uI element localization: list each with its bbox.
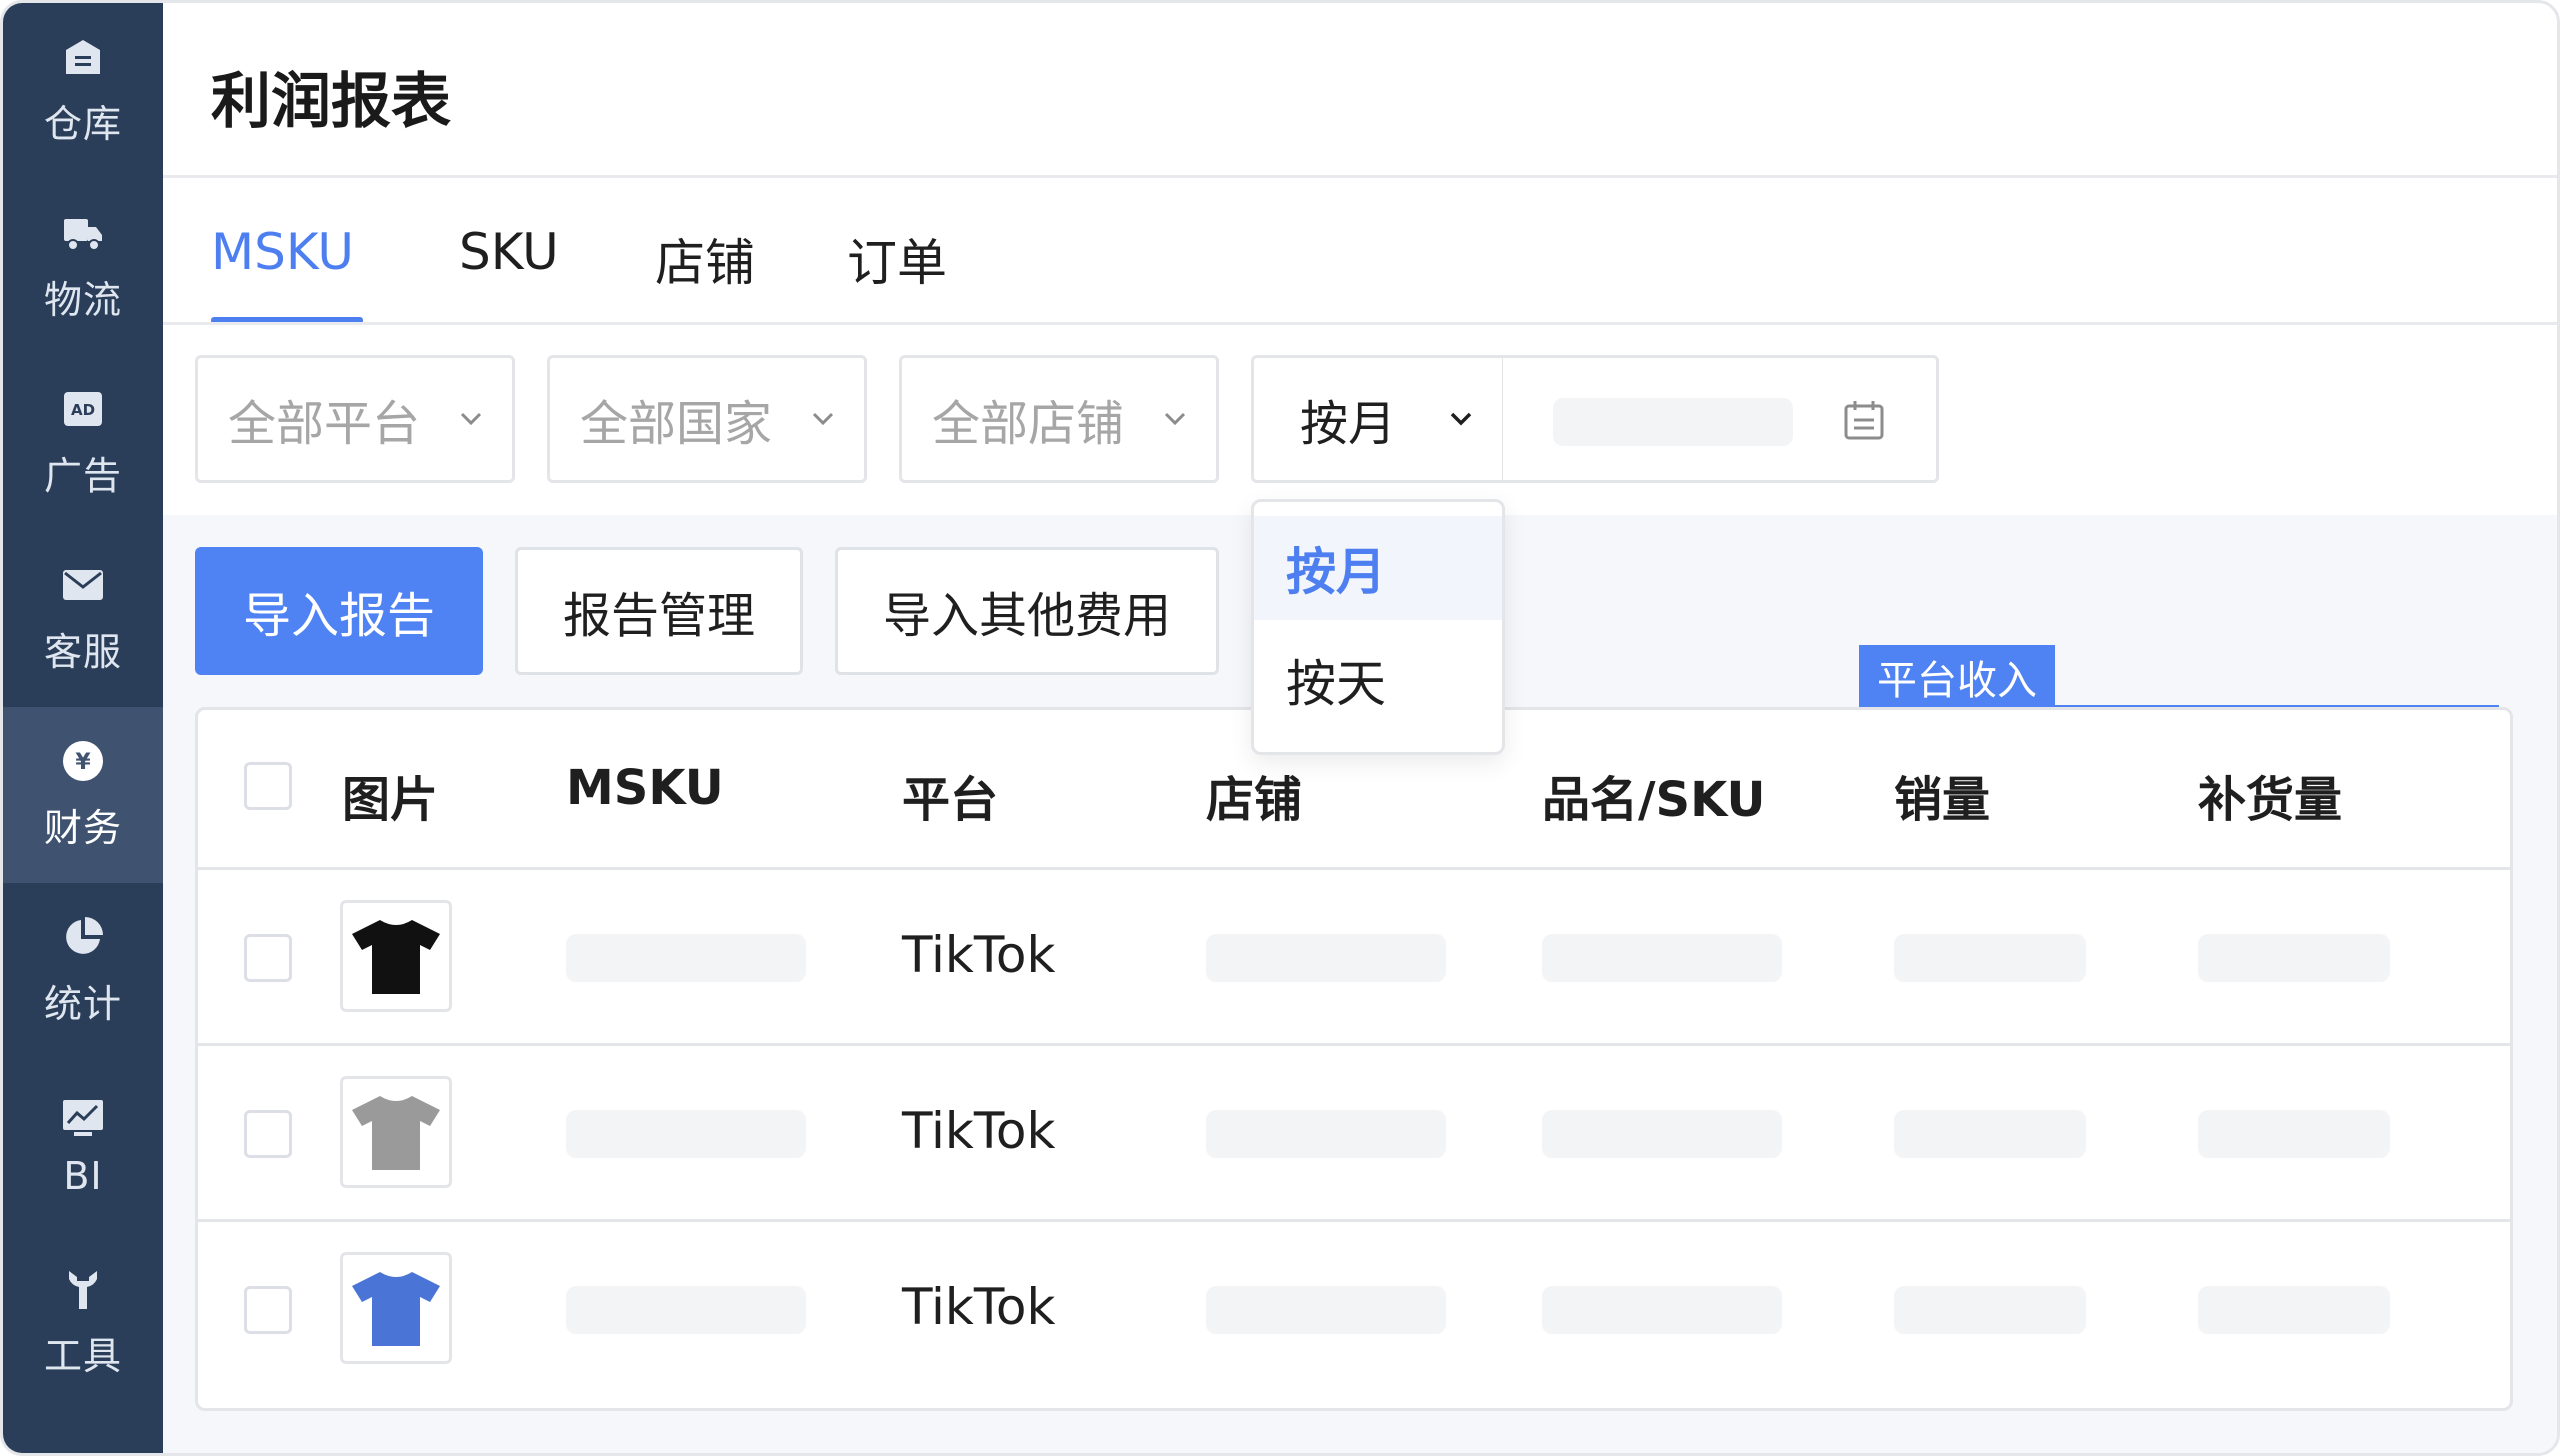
msku-placeholder [566,1286,806,1334]
mail-icon [61,563,105,607]
header-divider [163,175,2557,178]
period-dropdown-menu: 按月 按天 [1251,499,1505,755]
sidebar-item-service[interactable]: 客服 [3,531,163,707]
period-option-month[interactable]: 按月 [1254,516,1502,620]
row-checkbox[interactable] [244,1110,292,1158]
row-checkbox[interactable] [244,934,292,982]
column-header-store: 店铺 [1206,772,1303,828]
restock-placeholder [2198,934,2390,982]
bi-chart-icon [61,1096,105,1140]
chevron-down-icon [1164,412,1186,426]
tshirt-icon [352,1096,440,1170]
product-thumbnail [340,900,452,1012]
platform-cell: TikTok [902,1102,1056,1160]
ad-icon: AD [61,387,105,431]
row-checkbox[interactable] [244,1286,292,1334]
profit-table: 图片 MSKU 平台 店铺 品名/SKU 销量 补货量 TikTok TikTo… [195,707,2513,1411]
tab-msku[interactable]: MSKU [211,223,354,281]
sidebar-item-label: 广告 [43,453,122,498]
country-select[interactable]: 全部国家 [547,355,867,483]
country-select-placeholder: 全部国家 [580,396,773,452]
column-header-restock: 补货量 [2198,772,2343,828]
tshirt-icon [352,1272,440,1346]
platform-income-tag: 平台收入 [1859,645,2055,709]
platform-cell: TikTok [902,926,1056,984]
sidebar-item-ads[interactable]: AD 广告 [3,355,163,531]
platform-cell: TikTok [902,1278,1056,1336]
restock-placeholder [2198,1110,2390,1158]
import-other-fees-button[interactable]: 导入其他费用 [835,547,1219,675]
product-thumbnail [340,1076,452,1188]
tab-order[interactable]: 订单 [847,223,947,295]
svg-text:AD: AD [71,401,95,419]
tabs-divider [163,322,2557,325]
yen-icon: ¥ [61,739,105,783]
sidebar-item-label: 客服 [43,629,122,674]
period-select-value: 按月 [1300,396,1397,452]
wrench-icon [61,1267,105,1311]
sidebar-item-label: 物流 [43,277,122,322]
sidebar-item-warehouse[interactable]: 仓库 [3,3,163,179]
sidebar-item-label: 统计 [43,981,122,1026]
sidebar-item-logistics[interactable]: 物流 [3,179,163,355]
sidebar-item-bi[interactable]: BI [3,1059,163,1235]
column-header-image: 图片 [342,772,439,828]
select-all-checkbox[interactable] [244,762,292,810]
sidebar-item-label: 财务 [43,805,122,850]
pie-chart-icon [61,915,105,959]
sales-placeholder [1894,934,2086,982]
chevron-down-icon [1450,412,1472,426]
restock-placeholder [2198,1286,2390,1334]
msku-placeholder [566,934,806,982]
sales-placeholder [1894,1110,2086,1158]
sidebar-item-label: BI [63,1154,103,1198]
sales-placeholder [1894,1286,2086,1334]
product-sku-placeholder [1542,934,1782,982]
store-select[interactable]: 全部店铺 [899,355,1219,483]
period-option-day[interactable]: 按天 [1254,628,1502,732]
column-header-sales: 销量 [1894,772,1991,828]
product-sku-placeholder [1542,1110,1782,1158]
truck-icon [61,211,105,255]
sidebar-item-finance[interactable]: ¥ 财务 [3,707,163,883]
product-thumbnail [340,1252,452,1364]
import-report-button[interactable]: 导入报告 [195,547,483,675]
product-sku-placeholder [1542,1286,1782,1334]
column-header-product-sku: 品名/SKU [1542,772,1766,828]
store-placeholder [1206,1286,1446,1334]
svg-text:¥: ¥ [75,750,91,775]
column-header-msku: MSKU [566,760,724,816]
sidebar-item-tools[interactable]: 工具 [3,1235,163,1411]
warehouse-icon [61,35,105,79]
report-manage-button[interactable]: 报告管理 [515,547,803,675]
sidebar-item-label: 工具 [43,1333,122,1378]
tab-sku[interactable]: SKU [459,223,559,281]
store-select-placeholder: 全部店铺 [932,396,1125,452]
column-header-platform: 平台 [902,772,999,828]
date-picker[interactable] [1503,355,1939,483]
tab-store[interactable]: 店铺 [655,223,755,295]
platform-select-placeholder: 全部平台 [228,396,421,452]
platform-select[interactable]: 全部平台 [195,355,515,483]
calendar-icon[interactable] [1842,398,1886,442]
sidebar: 仓库 物流 AD 广告 客服 ¥ 财务 统计 BI 工具 [3,3,163,1453]
sidebar-item-stats[interactable]: 统计 [3,883,163,1059]
table-row[interactable]: TikTok [198,1222,2510,1408]
chevron-down-icon [460,412,482,426]
table-row[interactable]: TikTok [198,870,2510,1046]
page-title: 利润报表 [211,67,451,137]
msku-placeholder [566,1110,806,1158]
store-placeholder [1206,1110,1446,1158]
sidebar-item-label: 仓库 [43,101,122,146]
chevron-down-icon [812,412,834,426]
tshirt-icon [352,920,440,994]
period-select[interactable]: 按月 [1251,355,1505,483]
app-window: 仓库 物流 AD 广告 客服 ¥ 财务 统计 BI 工具 利润报表 MSKU S… [0,0,2560,1456]
date-placeholder [1553,398,1793,446]
store-placeholder [1206,934,1446,982]
table-row[interactable]: TikTok [198,1046,2510,1222]
